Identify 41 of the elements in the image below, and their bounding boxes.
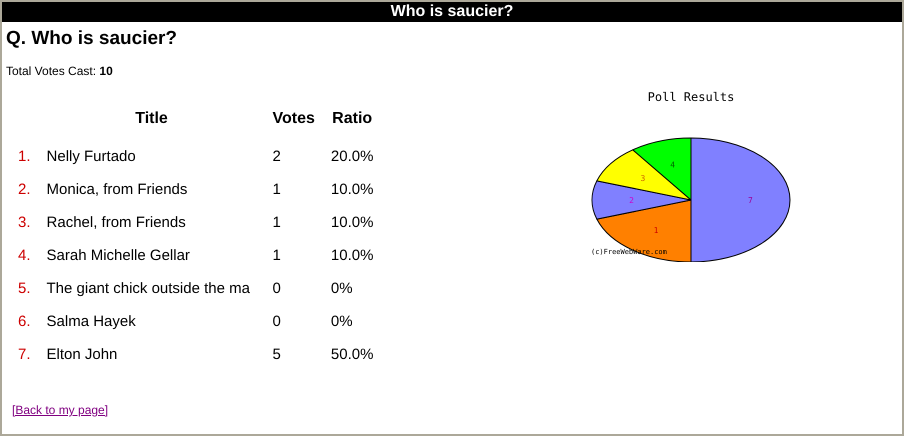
ratio-cell-text: 20.0% [330,147,374,167]
row-number: 4. [17,246,32,266]
row-number: 1. [17,147,32,167]
ratio-cell-text: 50.0% [330,345,374,365]
ratio-cell-text: 10.0% [330,180,374,200]
chart-title: Poll Results [648,90,735,104]
slice-label: 4 [670,160,676,170]
ratio-cell-text: 0% [330,312,354,332]
title-cell-text: Monica, from Friends [46,180,188,200]
window-title: Who is saucier? [2,0,902,22]
votes-cell-text: 1 [272,213,282,233]
votes-cell-text: 5 [272,345,282,365]
row-number: 6. [17,312,32,332]
votes-cell-text: 0 [272,312,282,332]
row-number: 7. [17,345,32,365]
votes-cell-text: 1 [272,246,282,266]
title-cell-text: Rachel, from Friends [46,213,187,233]
column-header: Votes [272,109,316,129]
ratio-cell-text: 10.0% [330,213,374,233]
title-cell-text: Elton John [46,345,118,365]
slice-label: 2 [630,196,634,205]
column-header: Title [134,109,169,129]
title-cell-text: The giant chick outside the ma [46,279,251,299]
title-cell-text: Sarah Michelle Gellar [46,246,191,266]
total-votes: Total Votes Cast: 10 [6,64,114,78]
votes-cell-text: 0 [272,279,282,299]
title-cell-text: Nelly Furtado [46,147,137,167]
row-number: 3. [17,213,32,233]
question-heading: Q. Who is saucier? [6,28,178,50]
votes-cell-text: 1 [272,180,282,200]
row-number: 2. [17,180,32,200]
ratio-cell-text: 0% [330,279,354,299]
slice-label: 3 [640,174,646,184]
ratio-cell-text: 10.0% [330,246,374,266]
votes-cell-text: 2 [272,147,282,167]
title-cell-text: Salma Hayek [46,312,137,332]
slice-label: 7 [748,196,754,205]
column-header: Ratio [331,109,374,129]
back-link[interactable]: [Back to my page] [12,403,108,417]
slice-label: 1 [654,226,659,236]
row-number: 5. [17,279,32,299]
